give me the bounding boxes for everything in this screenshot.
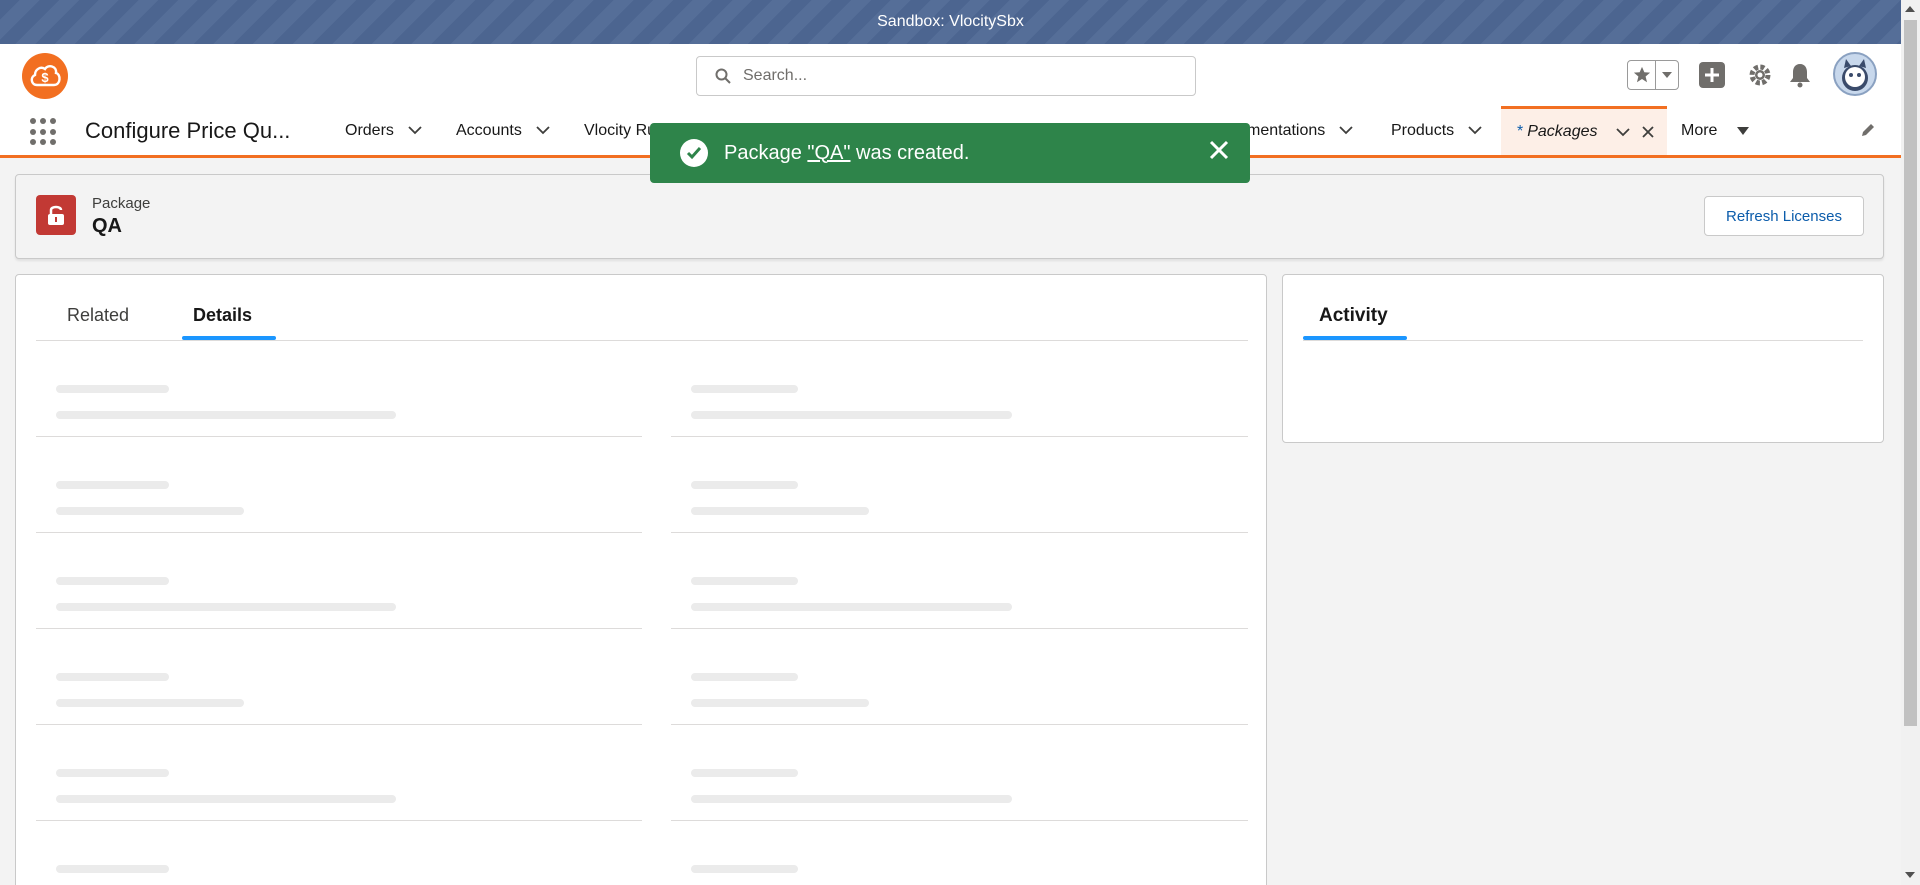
success-check-icon bbox=[680, 139, 708, 167]
skeleton-field-row bbox=[36, 341, 642, 437]
skeleton-field-row bbox=[36, 629, 642, 725]
record-title: QA bbox=[92, 215, 122, 237]
chevron-down-icon[interactable] bbox=[1615, 127, 1630, 137]
skeleton-field-row bbox=[671, 821, 1248, 885]
activity-card: Activity bbox=[1282, 274, 1884, 443]
nav-item-vlocity-ru[interactable]: Vlocity Ru bbox=[584, 106, 656, 155]
page-scrollbar[interactable] bbox=[1901, 0, 1920, 885]
sandbox-banner: Sandbox: VlocitySbx bbox=[0, 0, 1901, 44]
nav-item-label: Vlocity Ru bbox=[584, 121, 657, 139]
favorite-star-icon[interactable] bbox=[1628, 61, 1656, 89]
user-avatar[interactable] bbox=[1833, 52, 1877, 96]
active-tab-indicator bbox=[1303, 336, 1407, 340]
caret-down-icon[interactable] bbox=[1737, 126, 1750, 135]
nav-item-orders[interactable]: Orders bbox=[345, 106, 422, 155]
skeleton-field-row bbox=[671, 533, 1248, 629]
search-placeholder: Search... bbox=[743, 67, 808, 84]
scroll-down-arrow-icon[interactable] bbox=[1905, 872, 1915, 878]
nav-tab-packages[interactable]: * Packages bbox=[1501, 106, 1667, 155]
refresh-licenses-button[interactable]: Refresh Licenses bbox=[1704, 196, 1864, 236]
skeleton-field-row bbox=[36, 725, 642, 821]
sandbox-label: Sandbox: VlocitySbx bbox=[877, 13, 1024, 30]
close-toast-icon[interactable] bbox=[1208, 139, 1230, 161]
search-icon bbox=[715, 68, 731, 84]
notifications-bell-icon[interactable] bbox=[1788, 62, 1812, 88]
app-logo-icon[interactable]: $ bbox=[22, 53, 68, 99]
record-tabs: Related Details bbox=[36, 275, 1248, 341]
skeleton-field-row bbox=[671, 437, 1248, 533]
tab-activity[interactable]: Activity bbox=[1319, 305, 1388, 327]
record-detail-card: Related Details bbox=[15, 274, 1267, 885]
nav-item-products[interactable]: Products bbox=[1391, 106, 1482, 155]
close-tab-icon[interactable] bbox=[1641, 126, 1654, 138]
chevron-down-icon[interactable] bbox=[536, 126, 550, 135]
skeleton-field-row bbox=[36, 437, 642, 533]
nav-item-label: Products bbox=[1391, 121, 1455, 139]
nav-tab-label: Packages bbox=[1527, 123, 1598, 140]
tab-related[interactable]: Related bbox=[67, 305, 129, 326]
activity-tabs: Activity bbox=[1303, 275, 1863, 341]
scroll-up-arrow-icon[interactable] bbox=[1905, 6, 1915, 12]
favorites-button-group bbox=[1627, 60, 1679, 90]
toast-record-link[interactable]: "QA" bbox=[807, 142, 850, 164]
toast-message: Package "QA" was created. bbox=[724, 141, 970, 164]
svg-text:$: $ bbox=[41, 70, 49, 85]
skeleton-field-row bbox=[671, 629, 1248, 725]
record-type-label: Package bbox=[92, 195, 151, 212]
skeleton-field-row bbox=[36, 533, 642, 629]
edit-nav-pencil-icon[interactable] bbox=[1860, 122, 1876, 138]
global-header: $ Search... bbox=[0, 44, 1901, 106]
global-actions-add-icon[interactable] bbox=[1699, 62, 1725, 88]
skeleton-field-row bbox=[36, 821, 642, 885]
global-search-input[interactable]: Search... bbox=[696, 56, 1196, 96]
chevron-down-icon[interactable] bbox=[1468, 126, 1482, 135]
record-header: Package QA Refresh Licenses bbox=[15, 174, 1884, 259]
unsaved-indicator: * bbox=[1517, 123, 1524, 140]
setup-gear-icon[interactable] bbox=[1747, 62, 1773, 88]
app-name: Configure Price Qu... bbox=[85, 118, 291, 143]
nav-item-label: Accounts bbox=[456, 121, 522, 139]
nav-item-label: Orders bbox=[345, 121, 394, 139]
favorites-dropdown-icon[interactable] bbox=[1656, 61, 1678, 89]
skeleton-field-row bbox=[671, 725, 1248, 821]
chevron-down-icon[interactable] bbox=[408, 126, 422, 135]
nav-more-label: More bbox=[1681, 121, 1718, 139]
nav-more-menu[interactable]: More bbox=[1681, 106, 1750, 155]
active-tab-indicator bbox=[182, 336, 276, 340]
nav-item-accounts[interactable]: Accounts bbox=[456, 106, 550, 155]
nav-item-implementations[interactable]: mentations bbox=[1247, 106, 1353, 155]
tab-details[interactable]: Details bbox=[193, 305, 252, 326]
nav-item-label: mentations bbox=[1247, 121, 1326, 139]
chevron-down-icon[interactable] bbox=[1339, 126, 1353, 135]
package-lock-icon bbox=[36, 195, 76, 235]
success-toast: Package "QA" was created. bbox=[650, 123, 1250, 183]
skeleton-field-row bbox=[671, 341, 1248, 437]
scroll-thumb[interactable] bbox=[1904, 20, 1917, 726]
app-launcher-icon[interactable] bbox=[30, 118, 58, 146]
